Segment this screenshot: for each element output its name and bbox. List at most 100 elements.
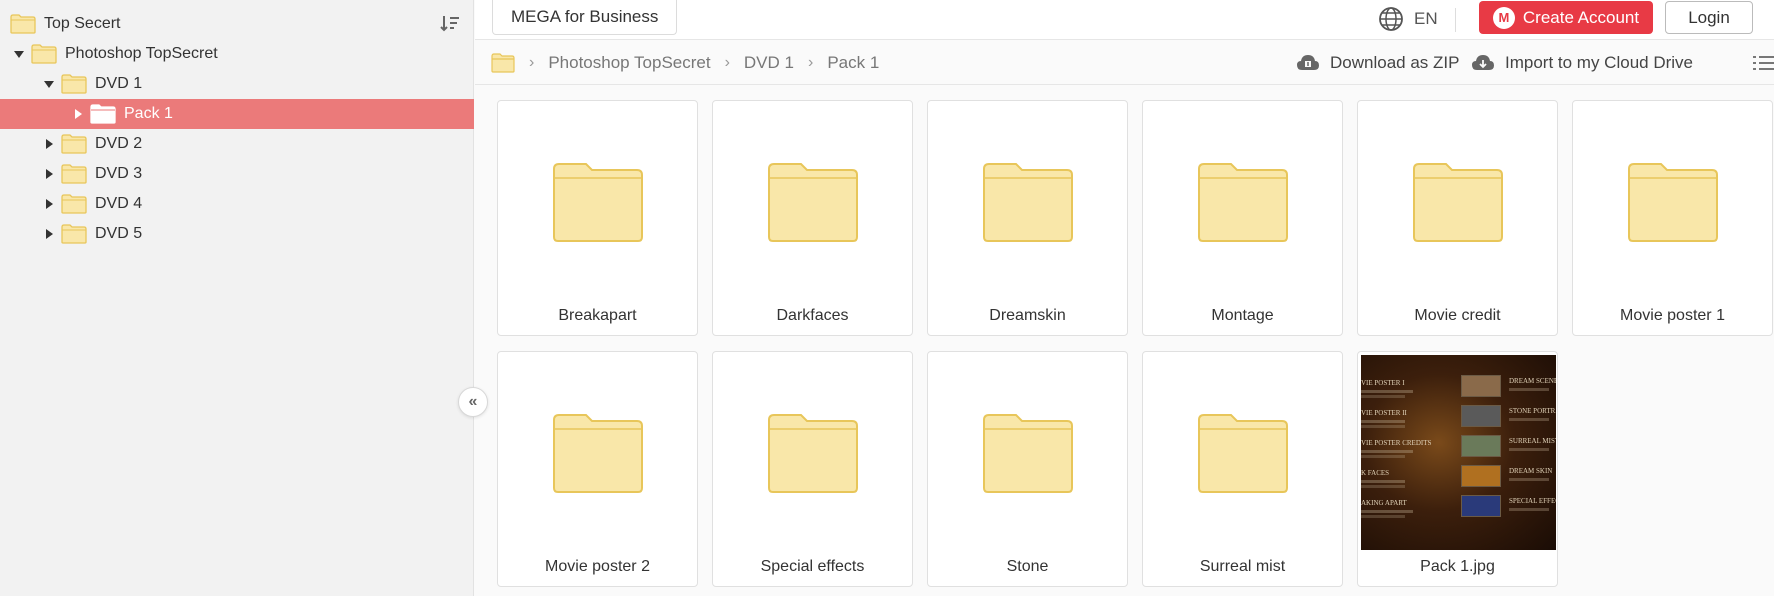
folder-tile[interactable]: Movie poster 2 [497, 351, 698, 587]
file-name-label: Surreal mist [1199, 558, 1286, 575]
mega-for-business-button[interactable]: MEGA for Business [492, 0, 678, 35]
folder-tile[interactable]: Movie credit [1357, 100, 1558, 336]
caret-down-icon[interactable] [13, 48, 25, 60]
folder-tile[interactable]: Breakapart [497, 100, 698, 336]
thumbnail-image [1461, 495, 1501, 517]
import-cloud-drive-button[interactable]: Import to my Cloud Drive [1471, 41, 1693, 85]
tree-item-label: DVD 3 [95, 165, 143, 182]
thumbnail-text-line [1509, 508, 1549, 511]
folder-tile[interactable]: Movie poster 1 [1572, 100, 1773, 336]
tree-item[interactable]: Photoshop TopSecret [0, 39, 474, 69]
thumbnail-image [1461, 375, 1501, 397]
thumbnail-caption: VIE POSTER II [1361, 409, 1407, 417]
tree-item[interactable]: DVD 4 [0, 189, 474, 219]
folder-icon [1198, 163, 1288, 242]
breadcrumb-separator: › [807, 54, 814, 71]
file-name-label: Darkfaces [776, 307, 849, 324]
download-zip-button[interactable]: Download as ZIP [1296, 41, 1459, 85]
thumbnail-text-line [1361, 455, 1405, 458]
mega-logo-icon: M [1492, 6, 1515, 29]
folder-icon [553, 414, 643, 493]
import-cloud-label: Import to my Cloud Drive [1505, 53, 1693, 72]
folder-tile[interactable]: Dreamskin [927, 100, 1128, 336]
tree-item-label: DVD 2 [95, 135, 143, 152]
caret-right-icon[interactable] [43, 228, 55, 240]
thumbnail-caption: STONE PORTRA [1509, 407, 1556, 415]
folder-icon [983, 163, 1073, 242]
breadcrumb-bar: › Photoshop TopSecret › DVD 1 › Pack 1 D… [475, 41, 1774, 85]
double-chevron-left-icon: « [468, 393, 478, 410]
caret-right-icon[interactable] [43, 168, 55, 180]
caret-right-icon[interactable] [43, 138, 55, 150]
thumbnail-caption: SURREAL MIST [1509, 437, 1556, 445]
caret-down-icon[interactable] [43, 78, 55, 90]
breadcrumb: › Photoshop TopSecret › DVD 1 › Pack 1 [491, 41, 879, 85]
breadcrumb-item-current[interactable]: Pack 1 [827, 53, 879, 73]
tree-item[interactable]: DVD 1 [0, 69, 474, 99]
file-name-label: Movie poster 1 [1620, 307, 1725, 324]
cloud-download-icon [1297, 55, 1319, 70]
folder-icon [61, 224, 87, 244]
folder-icon [61, 74, 87, 94]
thumbnail-text-line [1361, 450, 1413, 453]
folder-tile[interactable]: Surreal mist [1142, 351, 1343, 587]
folder-icon [1413, 163, 1503, 242]
login-button[interactable]: Login [1665, 1, 1753, 34]
thumbnail-text-line [1361, 420, 1405, 423]
tree-item[interactable]: DVD 2 [0, 129, 474, 159]
folder-tile[interactable]: Montage [1142, 100, 1343, 336]
file-name-label: Special effects [760, 558, 865, 575]
file-name-label: Movie poster 2 [545, 558, 650, 575]
folder-icon [90, 104, 116, 124]
sort-icon[interactable] [438, 12, 462, 36]
mega-for-business-label: MEGA for Business [511, 7, 659, 26]
file-name-label: Stone [1006, 558, 1049, 575]
breadcrumb-item[interactable]: DVD 1 [744, 53, 794, 73]
tree-item-label: DVD 1 [95, 75, 143, 92]
thumbnail-image [1461, 405, 1501, 427]
thumbnail-text-line [1361, 515, 1405, 518]
thumbnail-image [1461, 465, 1501, 487]
thumbnail-text-line [1361, 395, 1405, 398]
thumbnail-caption: K FACES [1361, 469, 1390, 477]
language-label: EN [1414, 9, 1438, 28]
folder-tile[interactable]: Darkfaces [712, 100, 913, 336]
file-name-label: Movie credit [1414, 307, 1501, 324]
file-grid: Breakapart Darkfaces Dreamskin Montage Movie… [475, 86, 1774, 596]
breadcrumb-item[interactable]: Photoshop TopSecret [548, 53, 710, 73]
collapse-sidebar-button[interactable]: « [458, 387, 488, 417]
tree-item[interactable]: Pack 1 [0, 99, 474, 129]
thumbnail-text-line [1361, 425, 1405, 428]
thumbnail-text-line [1509, 388, 1549, 391]
tree-item[interactable]: DVD 5 [0, 219, 474, 249]
image-file-tile[interactable]: VIE POSTER I VIE POSTER II VIE POSTER CRED… [1357, 351, 1558, 587]
file-name-label: Montage [1211, 307, 1274, 324]
caret-right-icon[interactable] [72, 108, 84, 120]
breadcrumb-separator: › [529, 54, 535, 71]
thumbnail-caption: VIE POSTER CREDITS [1361, 439, 1432, 447]
topbar-divider [1455, 8, 1456, 32]
download-zip-label: Download as ZIP [1330, 53, 1460, 72]
tree-item[interactable]: DVD 3 [0, 159, 474, 189]
list-view-icon[interactable] [1753, 53, 1774, 73]
thumbnail-text-line [1361, 510, 1413, 513]
login-label: Login [1688, 7, 1730, 27]
tree-item[interactable]: Top Secert [0, 9, 474, 39]
create-account-button[interactable]: M Create Account [1479, 1, 1653, 34]
folder-icon [1628, 163, 1718, 242]
folder-tree-sidebar: Top Secert Photoshop TopSecret DVD 1 Pack 1… [0, 0, 474, 596]
file-name-label: Breakapart [558, 307, 637, 324]
folder-tile[interactable]: Special effects [712, 351, 913, 587]
thumbnail-text-line [1509, 448, 1549, 451]
folder-tile[interactable]: Stone [927, 351, 1128, 587]
thumbnail-image [1461, 435, 1501, 457]
tree-item-label: Photoshop TopSecret [65, 45, 218, 62]
thumbnail-text-line [1509, 478, 1549, 481]
folder-home-icon[interactable] [491, 53, 515, 73]
folder-icon [31, 44, 57, 64]
thumbnail-caption: VIE POSTER I [1361, 379, 1405, 387]
image-thumbnail: VIE POSTER I VIE POSTER II VIE POSTER CRED… [1361, 355, 1556, 550]
caret-right-icon[interactable] [43, 198, 55, 210]
language-selector[interactable]: EN [1378, 5, 1438, 33]
tree-item-label: DVD 5 [95, 225, 143, 242]
